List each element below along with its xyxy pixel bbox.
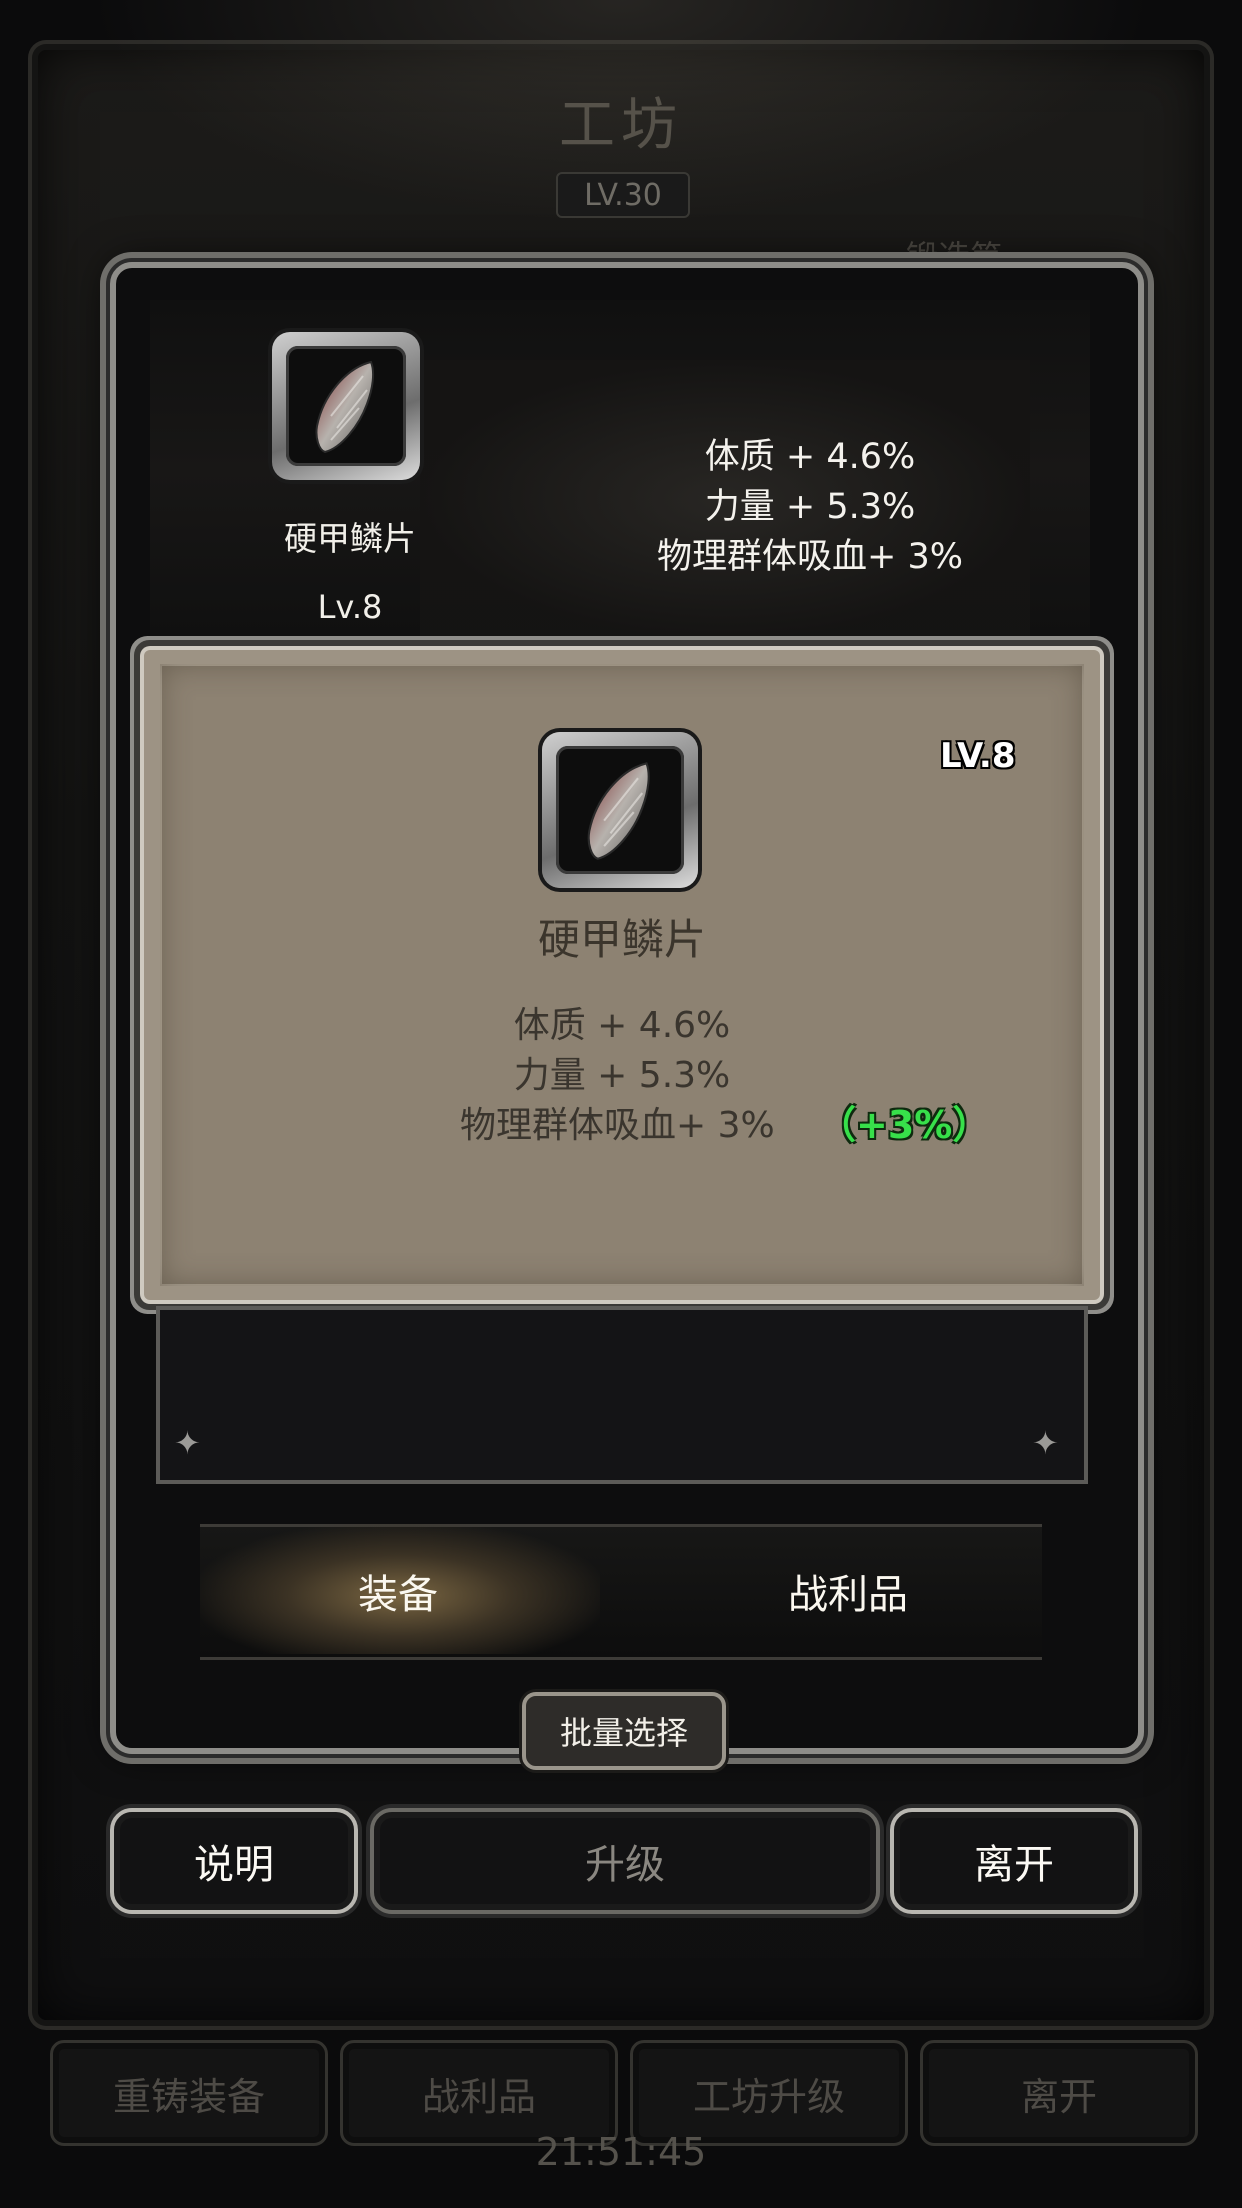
stat-strength: 力量 + 5.3% bbox=[704, 487, 916, 527]
upgrade-button[interactable]: 升级 bbox=[370, 1808, 880, 1914]
selected-item-name: 硬甲鳞片 bbox=[284, 519, 416, 558]
preview-level: LV.8 bbox=[940, 736, 1016, 776]
stat-lifesteal: 物理群体吸血+ 3% bbox=[657, 537, 963, 577]
preview-item-name: 硬甲鳞片 bbox=[537, 915, 706, 964]
batch-select-button[interactable]: 批量选择 bbox=[522, 1692, 726, 1770]
clock-time: 21:51:45 bbox=[535, 2130, 707, 2174]
leave-button[interactable]: 离开 bbox=[890, 1808, 1138, 1914]
preview-bonus: （+3%） bbox=[818, 1103, 991, 1147]
workshop-title: 工坊 bbox=[559, 93, 683, 158]
tab-equipment[interactable]: 装备 bbox=[358, 1562, 438, 1620]
help-button[interactable]: 说明 bbox=[110, 1808, 358, 1914]
preview-stat-constitution: 体质 + 4.6% bbox=[513, 1005, 731, 1046]
selected-item-stats: 体质 + 4.6% 力量 + 5.3% 物理群体吸血+ 3% bbox=[600, 432, 1020, 582]
preview-stat-strength: 力量 + 5.3% bbox=[513, 1055, 731, 1096]
selected-item-level: Lv.8 bbox=[317, 588, 383, 626]
item-list[interactable] bbox=[160, 1310, 1084, 1480]
workshop-level-badge: LV.30 bbox=[556, 172, 690, 218]
sparkle-icon: ✦ bbox=[1032, 1424, 1059, 1462]
preview-stat-lifesteal: 物理群体吸血+ 3% bbox=[460, 1105, 775, 1146]
scale-armor-icon bbox=[556, 746, 684, 874]
stat-constitution: 体质 + 4.6% bbox=[704, 437, 916, 477]
tab-loot[interactable]: 战利品 bbox=[788, 1562, 908, 1620]
sparkle-icon: ✦ bbox=[174, 1424, 201, 1462]
scale-armor-icon bbox=[286, 346, 406, 466]
preview-item-slot bbox=[542, 732, 698, 888]
selected-item-slot[interactable] bbox=[272, 332, 420, 480]
